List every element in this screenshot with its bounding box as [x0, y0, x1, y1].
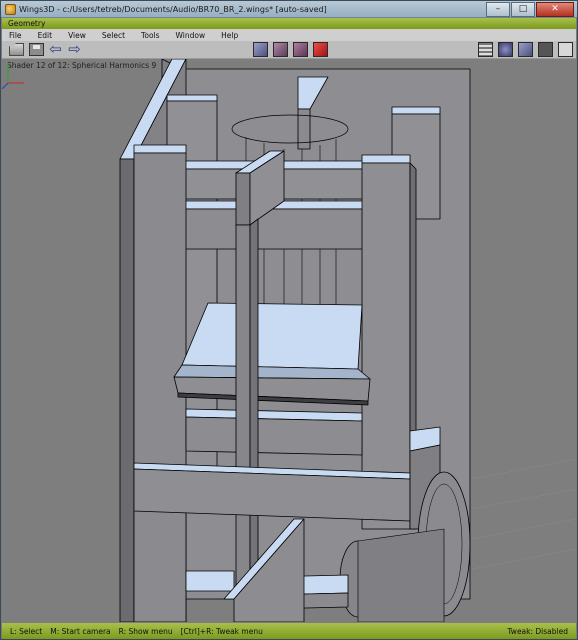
wireframe-icon[interactable] [478, 42, 493, 57]
maximize-button[interactable]: □ [511, 1, 535, 17]
left-side-panel-face [119, 158, 135, 622]
menu-help[interactable]: Help [221, 31, 238, 40]
window-title: Wings3D - c:/Users/tetreb/Documents/Audi… [19, 4, 327, 14]
wings3d-logo-icon [5, 3, 16, 15]
toolbar: ⇦ ⇨ [2, 41, 576, 59]
app-window: Wings3D - c:/Users/tetreb/Documents/Audi… [0, 0, 578, 640]
camera-hint: M: Start camera [50, 626, 111, 636]
tweak-status-badge[interactable]: Tweak: Disabled [507, 627, 568, 636]
ground-grid [471, 458, 576, 570]
body-mode-icon[interactable] [313, 42, 328, 57]
front-post-right-top [361, 154, 411, 164]
menu-file[interactable]: File [9, 31, 22, 40]
shader-info-label: Shader 12 of 12: Spherical Harmonics 9 [7, 61, 157, 70]
status-bar: L: Select M: Start camera R: Show menu [… [2, 623, 576, 639]
front-post-left-top [133, 144, 187, 154]
menu-tools[interactable]: Tools [141, 31, 159, 40]
platform-top [181, 302, 363, 370]
mid-crossbar [179, 208, 365, 250]
bottom-bar-left [185, 570, 235, 592]
face-mode-icon[interactable] [293, 42, 308, 57]
axis-gizmo-icon [2, 63, 24, 89]
menu-hint: R: Show menu [118, 626, 173, 636]
center-cap [235, 172, 251, 226]
center-bar [235, 224, 251, 622]
geometry-window-header[interactable]: Geometry [2, 18, 576, 29]
menu-bar: File Edit View Select Tools Window Help [2, 29, 576, 41]
close-button[interactable]: ✕ [536, 1, 574, 17]
window-controls: – □ ✕ [485, 1, 574, 17]
rear-post-right-top [391, 106, 441, 115]
motor-body [357, 528, 445, 622]
select-hint: L: Select [10, 626, 43, 636]
smooth-shade-icon[interactable] [498, 42, 513, 57]
menu-select[interactable]: Select [102, 31, 125, 40]
lower-crossbar [185, 416, 363, 456]
rear-post-left-top [166, 94, 218, 102]
dark-background-icon[interactable] [538, 42, 553, 57]
undo-arrow-icon[interactable]: ⇦ [48, 42, 63, 57]
menu-window[interactable]: Window [176, 31, 206, 40]
edge-mode-icon[interactable] [273, 42, 288, 57]
redo-arrow-icon[interactable]: ⇨ [67, 42, 82, 57]
tweak-menu-hint: [Ctrl]+R: Tweak menu [180, 626, 263, 636]
minimize-button[interactable]: – [486, 1, 510, 17]
3d-viewport[interactable]: Shader 12 of 12: Spherical Harmonics 9 [2, 59, 576, 622]
model-render [119, 59, 576, 622]
light-background-icon[interactable] [558, 42, 573, 57]
title-bar[interactable]: Wings3D - c:/Users/tetreb/Documents/Audi… [1, 1, 577, 18]
folder-open-icon[interactable] [9, 43, 24, 56]
flat-shade-icon[interactable] [518, 42, 533, 57]
menu-view[interactable]: View [68, 31, 86, 40]
vertex-mode-icon[interactable] [253, 42, 268, 57]
save-icon[interactable] [29, 43, 44, 56]
menu-edit[interactable]: Edit [38, 31, 53, 40]
